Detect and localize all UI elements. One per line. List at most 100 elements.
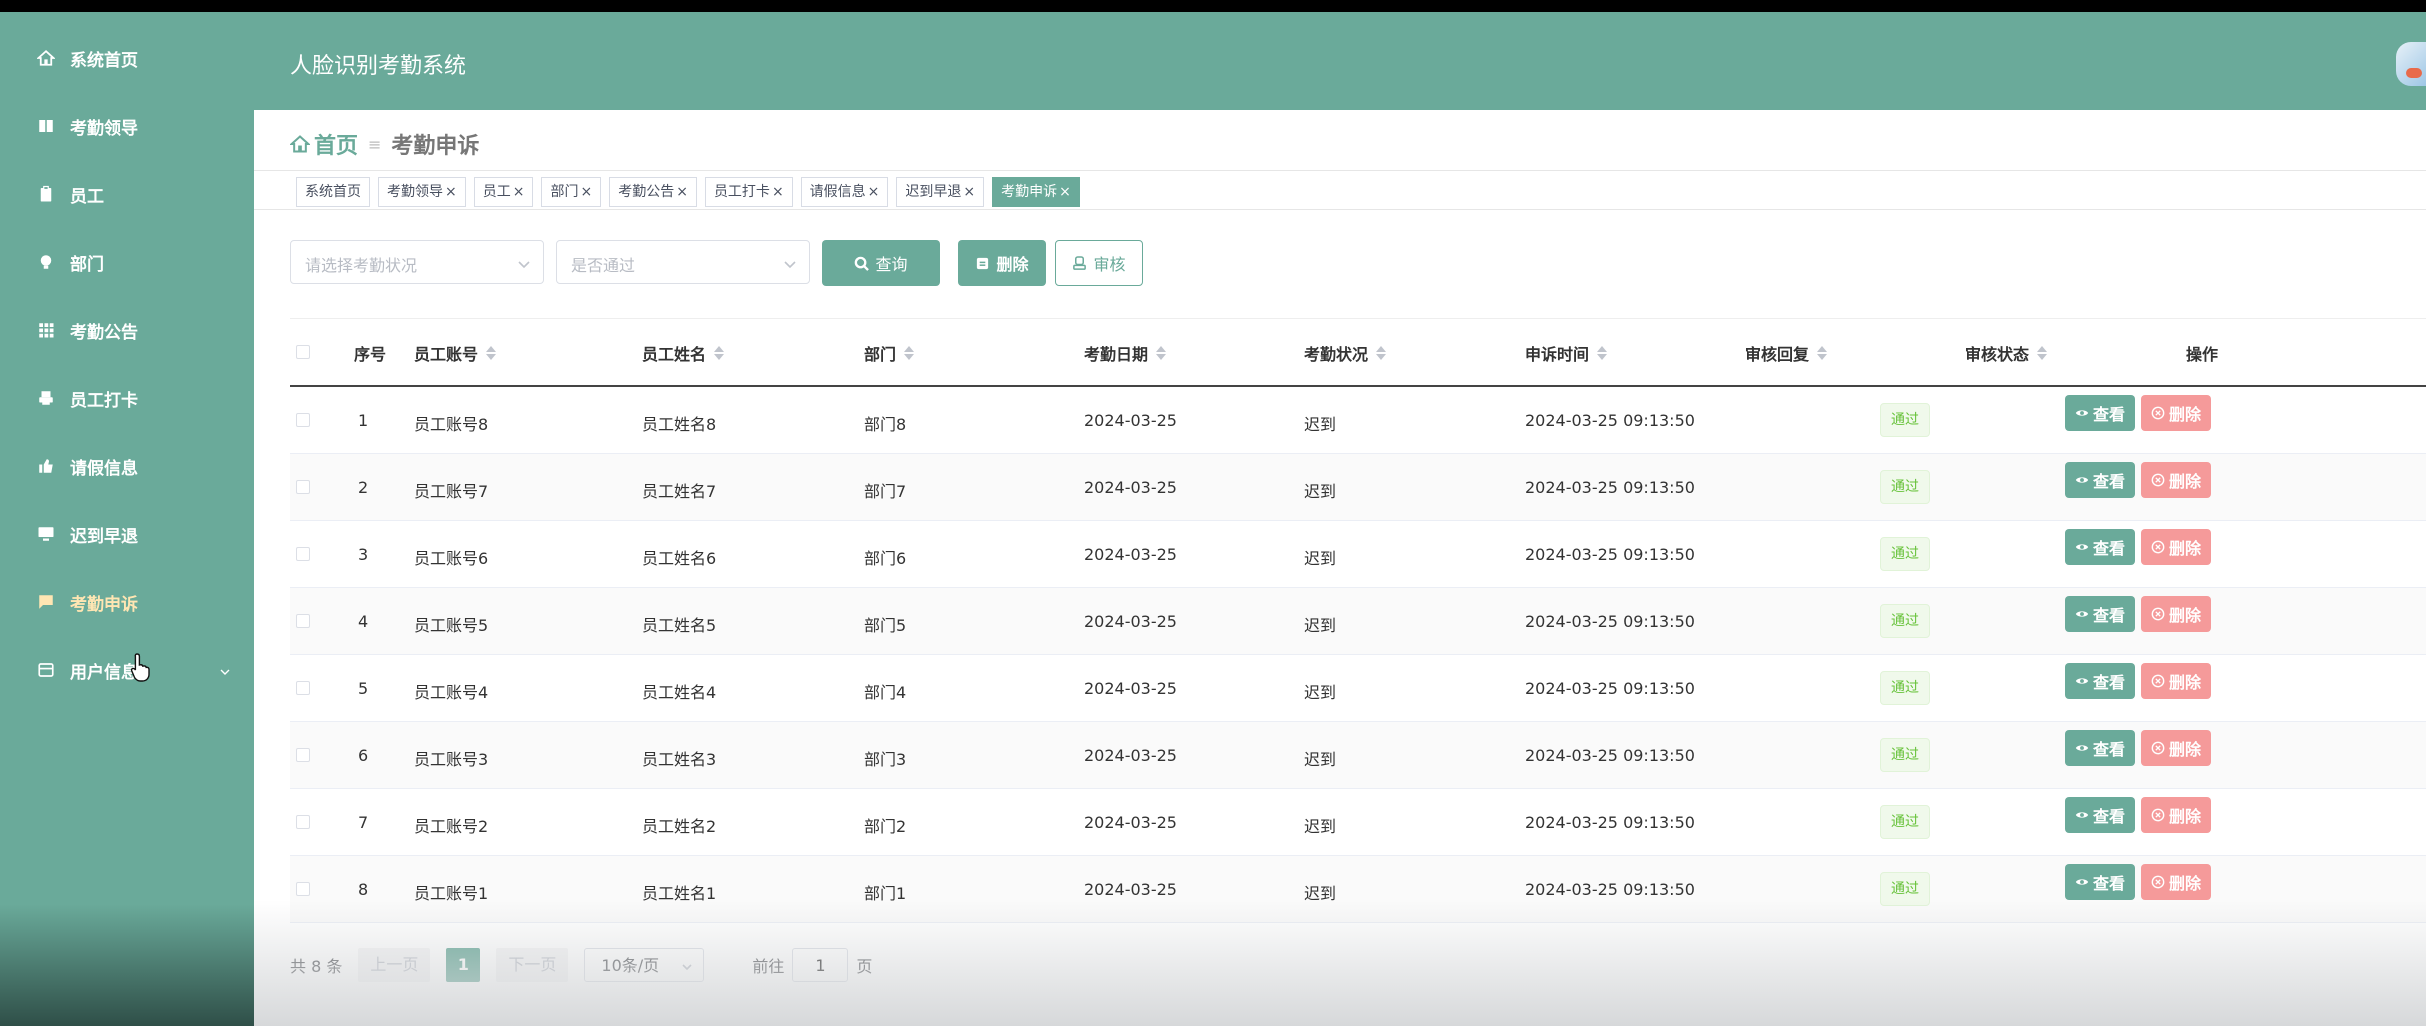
header-account[interactable]: 员工账号: [414, 341, 497, 365]
sort-icon[interactable]: [486, 346, 497, 360]
close-icon[interactable]: ×: [580, 178, 592, 206]
view-button[interactable]: 查看: [2065, 462, 2136, 498]
close-icon[interactable]: ×: [513, 178, 525, 206]
row-checkbox[interactable]: [296, 547, 310, 561]
sort-icon[interactable]: [1376, 346, 1387, 360]
sidebar-item-1[interactable]: 考勤领导: [0, 104, 254, 148]
page-size-select[interactable]: 10条/页: [584, 948, 705, 982]
view-button[interactable]: 查看: [2065, 529, 2136, 565]
view-button[interactable]: 查看: [2065, 864, 2136, 900]
batch-delete-button-label: 删除: [996, 255, 1029, 274]
view-button[interactable]: 查看: [2065, 730, 2136, 766]
pagination: 共 8 条 上一页 1 下一页 10条/页 前往 1 页: [290, 948, 872, 982]
header-date[interactable]: 考勤日期: [1084, 341, 1167, 365]
row-checkbox[interactable]: [296, 480, 310, 494]
page-number-current[interactable]: 1: [446, 948, 481, 982]
sidebar-item-9[interactable]: 用户信息: [0, 648, 254, 692]
sort-icon[interactable]: [904, 346, 915, 360]
close-icon[interactable]: ×: [676, 178, 688, 206]
row-checkbox[interactable]: [296, 815, 310, 829]
row-actions: 查看 删除: [2065, 529, 2212, 565]
row-checkbox[interactable]: [296, 413, 310, 427]
delete-button[interactable]: 删除: [2141, 730, 2212, 766]
sort-icon[interactable]: [2037, 346, 2048, 360]
view-button[interactable]: 查看: [2065, 596, 2136, 632]
row-actions: 查看 删除: [2065, 596, 2212, 632]
audit-button[interactable]: 审核: [1055, 240, 1143, 286]
tab-label: 迟到早退: [905, 184, 962, 200]
sidebar-item-5[interactable]: 员工打卡: [0, 376, 254, 420]
sort-icon[interactable]: [1597, 346, 1608, 360]
close-icon[interactable]: ×: [772, 178, 784, 206]
status-select[interactable]: 请选择考勤状况: [290, 240, 544, 284]
avatar[interactable]: [2396, 42, 2426, 86]
delete-button[interactable]: 删除: [2141, 596, 2212, 632]
view-button[interactable]: 查看: [2065, 663, 2136, 699]
sort-icon[interactable]: [1817, 346, 1828, 360]
header-appeal-time[interactable]: 申诉时间: [1525, 341, 1608, 365]
circle-close-icon: [2151, 607, 2165, 621]
tab-5[interactable]: 员工打卡 ×: [704, 177, 793, 207]
row-checkbox[interactable]: [296, 748, 310, 762]
delete-button[interactable]: 删除: [2141, 395, 2212, 431]
tab-8[interactable]: 考勤申诉 ×: [992, 177, 1080, 207]
view-button[interactable]: 查看: [2065, 395, 2136, 431]
tab-7[interactable]: 迟到早退 ×: [896, 177, 985, 207]
header-reply[interactable]: 审核回复: [1745, 341, 1828, 365]
pass-select[interactable]: 是否通过: [556, 240, 810, 284]
close-icon[interactable]: ×: [445, 178, 457, 206]
breadcrumb-home[interactable]: 首页: [290, 128, 358, 160]
delete-button[interactable]: 删除: [2141, 797, 2212, 833]
table-row: 4 员工账号5 员工姓名5 部门5 2024-03-25 迟到 2024-03-25 09:…: [290, 588, 2426, 655]
delete-button[interactable]: 删除: [2141, 529, 2212, 565]
sidebar-item-2[interactable]: 员工: [0, 172, 254, 216]
view-button[interactable]: 查看: [2065, 797, 2136, 833]
tab-0[interactable]: 系统首页: [296, 177, 370, 207]
sidebar-item-0[interactable]: 系统首页: [0, 36, 254, 80]
printer-icon: [36, 388, 56, 408]
cell-status: 迟到: [1304, 750, 1337, 769]
delete-button[interactable]: 删除: [2141, 663, 2212, 699]
sidebar-item-6[interactable]: 请假信息: [0, 444, 254, 488]
sidebar-item-3[interactable]: 部门: [0, 240, 254, 284]
sidebar-item-8[interactable]: 考勤申诉: [0, 580, 254, 624]
header-review[interactable]: 审核状态: [1965, 341, 2048, 365]
delete-button[interactable]: 删除: [2141, 864, 2212, 900]
tab-4[interactable]: 考勤公告 ×: [609, 177, 697, 207]
sort-icon[interactable]: [1156, 346, 1167, 360]
header-name[interactable]: 员工姓名: [642, 341, 725, 365]
tab-6[interactable]: 请假信息 ×: [800, 177, 889, 207]
row-checkbox[interactable]: [296, 681, 310, 695]
close-icon[interactable]: ×: [868, 178, 880, 206]
query-button[interactable]: 查询: [822, 240, 940, 286]
prev-page-button[interactable]: 上一页: [358, 948, 431, 982]
cell-name: 员工姓名1: [642, 884, 717, 903]
delete-button-label: 删除: [2169, 874, 2202, 893]
row-checkbox[interactable]: [296, 614, 310, 628]
tab-3[interactable]: 部门 ×: [541, 177, 602, 207]
close-icon[interactable]: ×: [963, 178, 975, 206]
goto-page-input[interactable]: 1: [792, 948, 849, 982]
row-checkbox[interactable]: [296, 882, 310, 896]
sidebar-item-7[interactable]: 迟到早退: [0, 512, 254, 556]
status-badge: 通过: [1880, 738, 1930, 772]
cell-dept: 部门5: [864, 616, 907, 635]
eye-icon: [2075, 611, 2089, 617]
header-dept[interactable]: 部门: [864, 341, 915, 365]
tab-label: 请假信息: [809, 184, 866, 200]
cell-name: 员工姓名8: [642, 415, 717, 434]
view-button-label: 查看: [2093, 606, 2126, 625]
select-all-checkbox[interactable]: [296, 345, 310, 359]
header-status[interactable]: 考勤状况: [1304, 341, 1387, 365]
delete-button[interactable]: 删除: [2141, 462, 2212, 498]
close-icon[interactable]: ×: [1059, 178, 1071, 206]
breadcrumb-home-label: 首页: [314, 134, 359, 159]
sidebar-item-4[interactable]: 考勤公告: [0, 308, 254, 352]
tab-2[interactable]: 员工 ×: [473, 177, 534, 207]
header-account-label: 员工账号: [414, 345, 479, 364]
row-actions: 查看 删除: [2065, 864, 2212, 900]
batch-delete-button[interactable]: 删除: [958, 240, 1046, 286]
next-page-button[interactable]: 下一页: [496, 948, 569, 982]
tab-1[interactable]: 考勤领导 ×: [378, 177, 466, 207]
sort-icon[interactable]: [714, 346, 725, 360]
